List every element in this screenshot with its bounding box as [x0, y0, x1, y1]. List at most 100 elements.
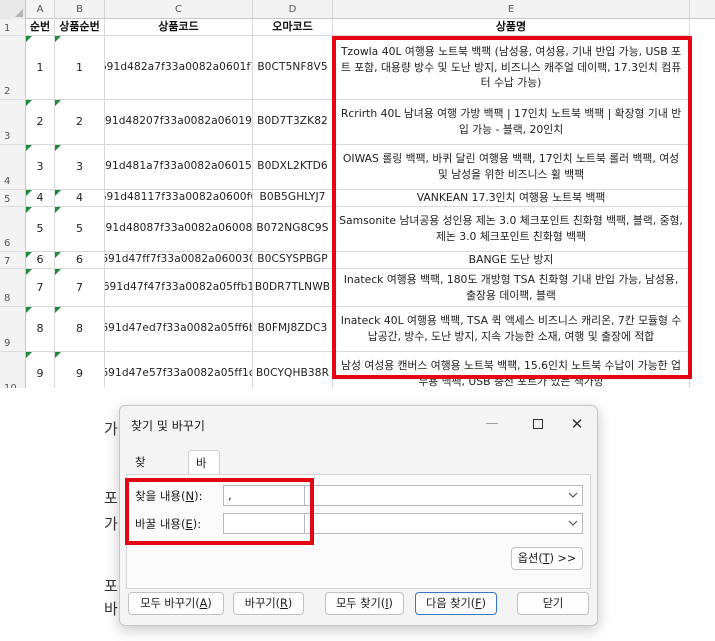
cell-a[interactable]: 5 — [26, 207, 55, 252]
header-cell-a[interactable]: 순번 — [26, 19, 55, 36]
row-header[interactable]: 5 — [0, 190, 26, 207]
cell-a[interactable]: 4 — [26, 190, 55, 207]
cell-c[interactable]: 691d47f47f33a0082a05ffb1 — [105, 269, 253, 307]
replace-button[interactable]: 바꾸기(R) — [233, 592, 304, 615]
background-text: 포 — [104, 577, 118, 595]
cell-text: 6 — [76, 253, 83, 267]
cell-e[interactable]: OIWAS 롤링 백팩, 바퀴 달린 여행용 백팩, 17인치 노트북 롤러 백… — [333, 145, 690, 190]
cell-a[interactable]: 9 — [26, 352, 55, 388]
column-header-a[interactable]: A — [26, 0, 55, 19]
cell-c[interactable]: 691d481a7f33a0082a06015b — [105, 145, 253, 190]
replace-with-dropdown[interactable] — [305, 513, 583, 534]
cell-b[interactable]: 7 — [55, 269, 105, 307]
cell-b[interactable]: 6 — [55, 252, 105, 269]
cell-c[interactable]: 691d47e57f33a0082a05ff1d — [105, 352, 253, 388]
cell-b[interactable]: 9 — [55, 352, 105, 388]
find-what-label-text: 찾을 내용( — [135, 489, 186, 503]
replace-with-input[interactable] — [223, 513, 305, 534]
header-cell-e[interactable]: 상품명 — [333, 19, 690, 36]
cell-a[interactable]: 3 — [26, 145, 55, 190]
find-all-button[interactable]: 모두 찾기(I) — [325, 592, 404, 615]
cell-a[interactable]: 2 — [26, 100, 55, 145]
row-header[interactable]: 7 — [0, 252, 26, 269]
cell-c[interactable]: 691d47ed7f33a0082a05ff6b — [105, 307, 253, 352]
cell-d[interactable]: B0DXL2KTD6 — [253, 145, 333, 190]
cell-b[interactable]: 4 — [55, 190, 105, 207]
cell-text: Samsonite 남녀공용 성인용 제논 3.0 체크포인트 친화형 백팩, … — [339, 214, 683, 243]
find-what-input[interactable]: , — [223, 485, 305, 506]
cell-c[interactable]: 691d48087f33a0082a06008c — [105, 207, 253, 252]
row-header[interactable]: 4 — [0, 145, 26, 190]
select-all-corner[interactable] — [0, 0, 26, 19]
options-button[interactable]: 옵션(T) >> — [511, 547, 583, 570]
cell-text: 691d48117f33a0082a0600f6 — [105, 191, 253, 204]
header-cell-d[interactable]: 오마코드 — [253, 19, 333, 36]
row-number: 1 — [4, 23, 11, 34]
cell-e[interactable]: Tzowla 40L 여행용 노트북 백팩 (남성용, 여성용, 기내 반입 가… — [333, 36, 690, 100]
replace-panel: 찾을 내용(N): , 바꿀 내용(E): 옵션(T) >> — [126, 474, 591, 589]
column-header-c[interactable]: C — [105, 0, 253, 19]
cell-text: B0B5GHLYJ7 — [259, 191, 326, 204]
cell-d[interactable]: B0CYQHB38R — [253, 352, 333, 388]
cell-d[interactable]: B072NG8C9S — [253, 207, 333, 252]
dialog-titlebar[interactable]: 찾기 및 바꾸기 — ✕ — [120, 406, 597, 442]
maximize-button[interactable] — [523, 412, 553, 436]
replace-all-button[interactable]: 모두 바꾸기(A) — [128, 592, 224, 615]
cell-c[interactable]: 691d482a7f33a0082a0601f1 — [105, 36, 253, 100]
row-header[interactable]: 1 — [0, 19, 26, 36]
cell-e[interactable]: 남성 여성용 캔버스 여행용 노트북 백팩, 15.6인치 노트북 수납이 가능… — [333, 352, 690, 388]
cell-c[interactable]: 691d47ff7f33a0082a060030 — [105, 252, 253, 269]
cell-d[interactable]: B0B5GHLYJ7 — [253, 190, 333, 207]
find-next-label: 다음 찾기( — [426, 597, 476, 610]
row-header[interactable]: 2 — [0, 36, 26, 100]
cell-text: 3 — [36, 160, 44, 174]
cell-b[interactable]: 3 — [55, 145, 105, 190]
cell-b[interactable]: 2 — [55, 100, 105, 145]
cell-c[interactable]: 691d48117f33a0082a0600f6 — [105, 190, 253, 207]
close-window-button[interactable]: ✕ — [562, 412, 592, 436]
cell-text: 2 — [36, 115, 44, 129]
cell-d[interactable]: B0FMJ8ZDC3 — [253, 307, 333, 352]
cell-e[interactable]: Rcrirth 40L 남녀용 여행 가방 백팩 | 17인치 노트북 백팩 |… — [333, 100, 690, 145]
column-header-row: A B C D E — [0, 0, 715, 19]
cell-text: OIWAS 롤링 백팩, 바퀴 달린 여행용 백팩, 17인치 노트북 롤러 백… — [342, 152, 680, 181]
cell-d[interactable]: B0DR7TLNWB — [253, 269, 333, 307]
row-header[interactable]: 9 — [0, 307, 26, 352]
cell-a[interactable]: 8 — [26, 307, 55, 352]
close-button[interactable]: 닫기 — [517, 592, 589, 615]
column-header-b[interactable]: B — [55, 0, 105, 19]
cell-d[interactable]: B0CSYSPBGP — [253, 252, 333, 269]
tab-find[interactable]: 찾기(D) — [128, 450, 160, 517]
cell-b[interactable]: 1 — [55, 36, 105, 100]
cell-e[interactable]: Inateck 여행용 백팩, 180도 개방형 TSA 친화형 기내 반입 가… — [333, 269, 690, 307]
find-what-dropdown[interactable] — [305, 485, 583, 506]
cell-c[interactable]: 691d48207f33a0082a060196 — [105, 100, 253, 145]
column-header-e[interactable]: E — [333, 0, 690, 19]
cell-text: 1 — [36, 60, 44, 74]
tab-replace[interactable]: 바꾸기(P) — [188, 450, 220, 542]
cell-b[interactable]: 8 — [55, 307, 105, 352]
cell-b[interactable]: 5 — [55, 207, 105, 252]
cell-text: 8 — [76, 322, 83, 336]
header-cell-b[interactable]: 상품순번 — [55, 19, 105, 36]
cell-text: 상품순번 — [59, 20, 100, 34]
minimize-button[interactable]: — — [477, 412, 507, 436]
cell-text: B072NG8C9S — [256, 222, 329, 235]
cell-a[interactable]: 1 — [26, 36, 55, 100]
cell-d[interactable]: B0CT5NF8V5 — [253, 36, 333, 100]
row-header[interactable]: 3 — [0, 100, 26, 145]
cell-e[interactable]: BANGE 도난 방지 — [333, 252, 690, 269]
cell-e[interactable]: Samsonite 남녀공용 성인용 제논 3.0 체크포인트 친화형 백팩, … — [333, 207, 690, 252]
cell-a[interactable]: 6 — [26, 252, 55, 269]
cell-d[interactable]: B0D7T3ZK82 — [253, 100, 333, 145]
column-header-d[interactable]: D — [253, 0, 333, 19]
cell-a[interactable]: 7 — [26, 269, 55, 307]
row-header[interactable]: 8 — [0, 269, 26, 307]
find-next-button[interactable]: 다음 찾기(F) — [415, 592, 497, 615]
row-header[interactable]: 10 — [0, 352, 26, 388]
cell-e[interactable]: Inateck 40L 여행용 백팩, TSA 퀵 액세스 비즈니스 캐리온, … — [333, 307, 690, 352]
header-cell-c[interactable]: 상품코드 — [105, 19, 253, 36]
replace-with-accesskey: E — [185, 517, 193, 531]
row-header[interactable]: 6 — [0, 207, 26, 252]
cell-e[interactable]: VANKEAN 17.3인치 여행용 노트북 백팩 — [333, 190, 690, 207]
